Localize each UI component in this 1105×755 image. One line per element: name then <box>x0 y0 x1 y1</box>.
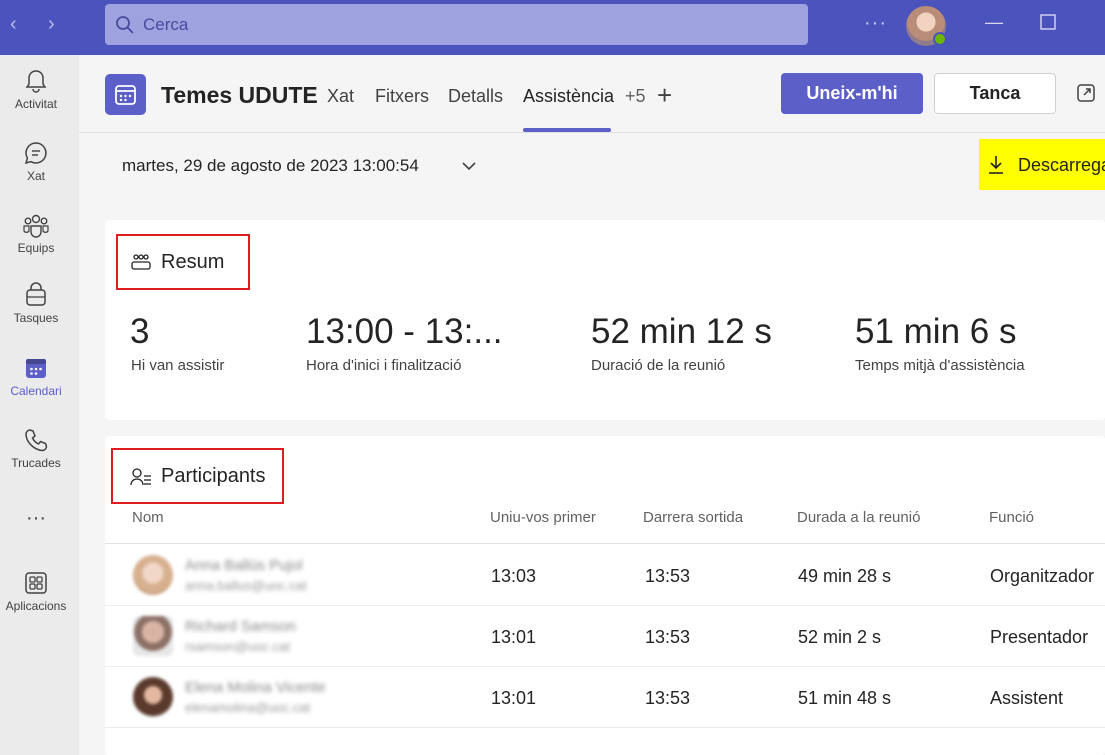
presence-status-icon <box>933 32 947 46</box>
rail-item-label: Trucades <box>11 456 61 470</box>
rail-item-tasks[interactable]: Tasques <box>0 282 72 325</box>
summary-card: Resum 3 Hi van assistir 13:00 - 13:... H… <box>105 220 1105 420</box>
column-header-role[interactable]: Funció <box>989 509 1034 526</box>
stat-time-range-label: Hora d'inici i finalització <box>306 357 462 374</box>
rail-item-label: Xat <box>26 169 45 183</box>
role-cell: Presentador <box>990 627 1089 647</box>
duration-cell: 52 min 2 s <box>798 627 882 647</box>
maximize-icon[interactable] <box>1040 14 1056 35</box>
column-header-first-join[interactable]: Uniu-vos primer <box>490 509 596 526</box>
rail-item-label: Aplicacions <box>5 599 67 613</box>
search-box[interactable] <box>105 4 808 45</box>
last-leave-cell: 13:53 <box>645 688 691 708</box>
table-row[interactable]: Elena Molina Vicente elenamolina@uoc.cat… <box>105 667 1105 728</box>
participant-name: Anna Ballús Pujol <box>185 557 303 574</box>
search-icon <box>116 16 134 34</box>
participants-icon <box>130 468 151 486</box>
participant-email: rsamson@uoc.cat <box>185 639 290 654</box>
minimize-icon[interactable]: — <box>985 12 1003 33</box>
last-leave-cell: 13:53 <box>645 627 691 647</box>
teams-icon <box>23 214 49 238</box>
forward-arrow-icon[interactable]: › <box>48 14 55 34</box>
rail-item-activity[interactable]: Activitat <box>0 68 72 111</box>
chevron-down-icon[interactable] <box>460 157 478 175</box>
stat-duration-value: 52 min 12 s <box>591 312 772 351</box>
download-button[interactable]: Descarrega <box>979 139 1105 190</box>
tab-more[interactable]: +5 <box>625 86 646 107</box>
first-join-cell: 13:01 <box>491 627 537 647</box>
first-join-cell: 13:01 <box>491 688 537 708</box>
duration-cell: 49 min 28 s <box>798 566 892 586</box>
avatar <box>133 677 173 717</box>
stat-time-range-value: 13:00 - 13:... <box>306 312 503 351</box>
rail-item-label: Tasques <box>13 311 59 325</box>
participant-name: Elena Molina Vicente <box>185 679 326 696</box>
avatar <box>133 555 173 595</box>
column-header-name[interactable]: Nom <box>132 509 164 526</box>
duration-cell: 51 min 48 s <box>798 688 892 708</box>
stat-attendees-value: 3 <box>130 312 150 351</box>
tab-details[interactable]: Detalls <box>448 86 503 107</box>
rail-item-chat[interactable]: Xat <box>0 140 72 183</box>
table-row[interactable]: Richard Samson rsamson@uoc.cat 13:01 13:… <box>105 606 1105 667</box>
title-bar: ‹ › ··· — <box>0 0 1105 55</box>
close-button[interactable]: Tanca <box>934 73 1056 114</box>
add-tab-icon[interactable]: + <box>657 80 672 111</box>
role-cell: Assistent <box>990 688 1064 708</box>
rail-item-label: Equips <box>17 241 55 255</box>
tasks-icon <box>26 282 46 306</box>
calendar-icon <box>26 359 46 378</box>
avatar <box>133 616 173 656</box>
participant-email: anna.ballus@uoc.cat <box>185 578 307 593</box>
app-rail: Activitat Xat Equips Tasques Calendari T… <box>0 55 79 755</box>
meeting-room-icon <box>131 254 151 270</box>
column-header-last-leave[interactable]: Darrera sortida <box>643 509 743 526</box>
participant-email: elenamolina@uoc.cat <box>185 700 311 715</box>
tab-attendance[interactable]: Assistència <box>523 86 614 107</box>
download-icon <box>989 156 1003 174</box>
tab-chat[interactable]: Xat <box>327 86 354 107</box>
tab-files[interactable]: Fitxers <box>375 86 429 107</box>
download-label: Descarrega <box>1018 155 1105 175</box>
join-button[interactable]: Uneix-m'hi <box>781 73 923 114</box>
back-arrow-icon[interactable]: ‹ <box>10 14 17 34</box>
bell-icon <box>25 70 47 93</box>
meeting-date-selector[interactable]: martes, 29 de agosto de 2023 13:00:54 <box>122 156 419 176</box>
more-icon: ··· <box>26 507 46 529</box>
last-leave-cell: 13:53 <box>645 566 691 586</box>
rail-item-calendar[interactable]: Calendari <box>0 355 72 398</box>
more-options-icon[interactable]: ··· <box>864 12 887 35</box>
chat-icon <box>24 142 47 165</box>
summary-title: Resum <box>161 251 225 273</box>
meeting-header: Temes UDUTE Xat Fitxers Detalls Assistèn… <box>79 55 1105 133</box>
page-title: Temes UDUTE <box>161 82 318 108</box>
rail-item-apps[interactable]: Aplicacions <box>0 570 72 613</box>
phone-icon <box>25 429 48 452</box>
first-join-cell: 13:03 <box>491 566 537 586</box>
active-tab-indicator <box>523 128 611 132</box>
stat-average-label: Temps mitjà d'assistència <box>855 357 1025 374</box>
participant-name: Richard Samson <box>185 618 296 635</box>
apps-icon <box>25 572 47 594</box>
stat-average-value: 51 min 6 s <box>855 312 1017 351</box>
stat-duration-label: Duració de la reunió <box>591 357 726 374</box>
popout-icon[interactable] <box>1076 83 1096 103</box>
table-row[interactable]: Anna Ballús Pujol anna.ballus@uoc.cat 13… <box>105 545 1105 606</box>
divider <box>105 543 1105 544</box>
rail-item-more[interactable]: ··· <box>0 507 72 530</box>
column-header-duration[interactable]: Durada a la reunió <box>797 509 920 526</box>
rail-item-calls[interactable]: Trucades <box>0 427 72 470</box>
rail-item-teams[interactable]: Equips <box>0 212 72 255</box>
rail-item-label: Activitat <box>14 97 57 111</box>
rail-item-label: Calendari <box>10 384 62 398</box>
stat-attendees-label: Hi van assistir <box>131 357 225 374</box>
search-input[interactable] <box>143 4 783 45</box>
participants-card: Participants Nom Uniu-vos primer Darrera… <box>105 436 1105 755</box>
participants-title: Participants <box>161 465 266 487</box>
meeting-calendar-icon <box>105 74 146 115</box>
role-cell: Organitzador <box>990 566 1095 586</box>
